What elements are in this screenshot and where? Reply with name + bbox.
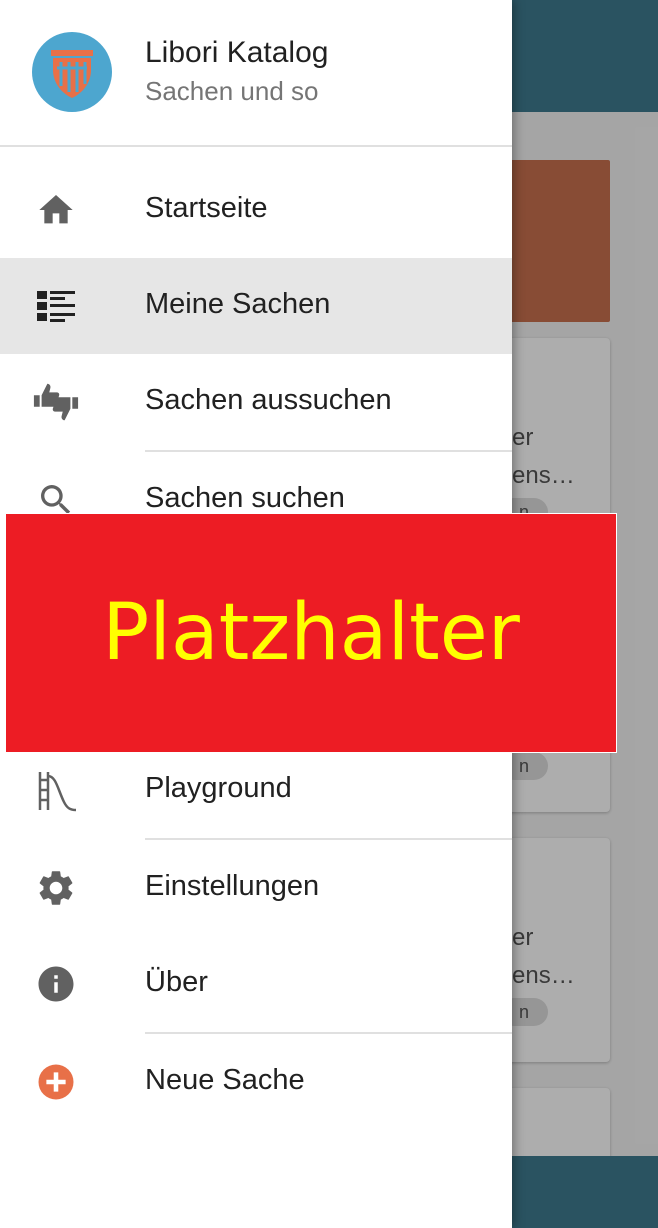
slide-icon [32, 770, 80, 812]
nav-item-ueber[interactable]: Über [0, 936, 512, 1032]
app-subtitle: Sachen und so [145, 76, 319, 106]
nav-item-sachen-aussuchen[interactable]: Sachen aussuchen [0, 354, 512, 450]
nav-item-startseite[interactable]: Startseite [0, 162, 512, 258]
placeholder-text: Platzhalter [102, 588, 520, 678]
add-circle-icon [32, 1062, 80, 1102]
nav-item-meine-sachen[interactable]: Meine Sachen [0, 258, 512, 354]
nav-item-label: Über [145, 966, 208, 998]
thumbs-up-down-icon [32, 382, 80, 422]
nav-item-label: Meine Sachen [145, 288, 331, 320]
nav-item-neue-sache[interactable]: Neue Sache [0, 1034, 512, 1130]
libori-logo-icon [32, 32, 112, 112]
nav-item-label: Einstellungen [145, 870, 320, 902]
drawer-header: Libori Katalog Sachen und so [0, 0, 512, 147]
home-icon [32, 190, 80, 230]
nav-item-label: Sachen aussuchen [145, 384, 392, 416]
nav-item-label: Playground [145, 772, 292, 804]
app-title: Libori Katalog [145, 36, 329, 69]
nav-item-einstellungen[interactable]: Einstellungen [0, 840, 512, 936]
placeholder-banner: Platzhalter [5, 513, 617, 753]
nav-item-label: Sachen suchen [145, 482, 345, 514]
nav-item-label: Startseite [145, 192, 268, 224]
nav-item-label: Neue Sache [145, 1064, 305, 1096]
info-icon [32, 964, 80, 1004]
nav-item-playground[interactable]: Playground [0, 742, 512, 838]
gear-icon [32, 868, 80, 908]
list-icon [32, 286, 80, 326]
